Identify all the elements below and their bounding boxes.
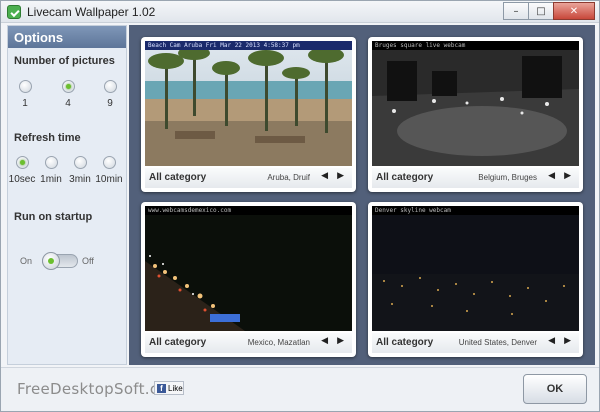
maximize-button[interactable]: □ — [528, 2, 554, 20]
startup-off-label: Off — [82, 256, 94, 266]
category-dropdown[interactable]: All category — [376, 337, 433, 348]
refresh-radio-1min[interactable] — [45, 156, 58, 169]
pictures-radio-9[interactable] — [104, 80, 117, 93]
cam-grid: Beach Cam Aruba Fri Mar 22 2013 4:58:37 … — [129, 25, 595, 365]
minimize-button[interactable]: – — [503, 2, 529, 20]
refresh-label-3min: 3min — [69, 174, 91, 185]
cam-card-mazatlan: www.webcamsdemexico.com All category Mex… — [141, 202, 356, 357]
prev-cam-icon[interactable]: ◀ — [548, 336, 555, 346]
prev-cam-icon[interactable]: ◀ — [548, 171, 555, 181]
cam-caption-bruges: Bruges square live webcam — [372, 41, 579, 50]
prev-cam-icon[interactable]: ◀ — [321, 336, 328, 346]
cam-location: Mexico, Mazatlan — [247, 338, 310, 347]
facebook-icon: f — [157, 383, 166, 393]
cam-image-aruba[interactable]: Beach Cam Aruba Fri Mar 22 2013 4:58:37 … — [145, 41, 352, 166]
pictures-label-1: 1 — [22, 98, 28, 109]
cam-image-denver[interactable]: Denver skyline webcam — [372, 206, 579, 331]
like-label: Like — [168, 383, 183, 393]
window-controls: – □ ✕ — [503, 2, 595, 20]
cam-bar-mazatlan: All category Mexico, Mazatlan ◀ ▶ — [145, 333, 352, 353]
refresh-radio-10sec[interactable] — [16, 156, 29, 169]
next-cam-icon[interactable]: ▶ — [564, 336, 571, 346]
next-cam-icon[interactable]: ▶ — [337, 336, 344, 346]
pictures-label-4: 4 — [65, 98, 71, 109]
cam-caption-mazatlan: www.webcamsdemexico.com — [145, 206, 352, 215]
refresh-radio-3min[interactable] — [74, 156, 87, 169]
startup-toggle[interactable] — [42, 252, 78, 270]
cam-location: United States, Denver — [458, 338, 537, 347]
options-header: Options — [8, 26, 126, 48]
cam-card-denver: Denver skyline webcam All category Unite… — [368, 202, 583, 357]
cam-location: Aruba, Druif — [267, 173, 310, 182]
ok-button[interactable]: OK — [523, 374, 587, 404]
category-dropdown[interactable]: All category — [149, 337, 206, 348]
refresh-label-10sec: 10sec — [8, 174, 36, 185]
category-dropdown[interactable]: All category — [149, 172, 206, 183]
toggle-knob[interactable] — [42, 252, 60, 270]
cam-image-mazatlan[interactable]: www.webcamsdemexico.com — [145, 206, 352, 331]
pictures-radio-4[interactable] — [62, 80, 75, 93]
app-icon — [7, 5, 21, 19]
cam-bar-denver: All category United States, Denver ◀ ▶ — [372, 333, 579, 353]
category-dropdown[interactable]: All category — [376, 172, 433, 183]
refresh-label-10min: 10min — [95, 174, 123, 185]
prev-cam-icon[interactable]: ◀ — [321, 171, 328, 181]
cam-card-aruba: Beach Cam Aruba Fri Mar 22 2013 4:58:37 … — [141, 37, 356, 192]
cam-caption-denver: Denver skyline webcam — [372, 206, 579, 215]
window-title: Livecam Wallpaper 1.02 — [27, 5, 156, 19]
pictures-title: Number of pictures — [14, 55, 115, 67]
cam-caption-aruba: Beach Cam Aruba Fri Mar 22 2013 4:58:37 … — [145, 41, 352, 50]
cam-location: Belgium, Bruges — [478, 173, 537, 182]
cam-bar-aruba: All category Aruba, Druif ◀ ▶ — [145, 168, 352, 188]
close-button[interactable]: ✕ — [553, 2, 595, 20]
next-cam-icon[interactable]: ▶ — [337, 171, 344, 181]
options-panel: Options Number of pictures 1 4 9 Refresh… — [7, 25, 127, 365]
cam-bar-bruges: All category Belgium, Bruges ◀ ▶ — [372, 168, 579, 188]
pictures-label-9: 9 — [107, 98, 113, 109]
app-window: Livecam Wallpaper 1.02 – □ ✕ Options Num… — [0, 0, 600, 412]
pictures-radio-1[interactable] — [19, 80, 32, 93]
cam-image-bruges[interactable]: Bruges square live webcam — [372, 41, 579, 166]
startup-title: Run on startup — [14, 211, 93, 223]
cam-card-bruges: Bruges square live webcam All category B… — [368, 37, 583, 192]
next-cam-icon[interactable]: ▶ — [564, 171, 571, 181]
startup-on-label: On — [20, 256, 33, 266]
footer: FreeDesktopSoft.com f Like OK — [1, 367, 599, 411]
refresh-radio-10min[interactable] — [103, 156, 116, 169]
refresh-label-1min: 1min — [40, 174, 62, 185]
title-bar[interactable]: Livecam Wallpaper 1.02 – □ ✕ — [1, 1, 599, 23]
facebook-like-button[interactable]: f Like — [154, 381, 184, 395]
refresh-title: Refresh time — [14, 132, 81, 144]
